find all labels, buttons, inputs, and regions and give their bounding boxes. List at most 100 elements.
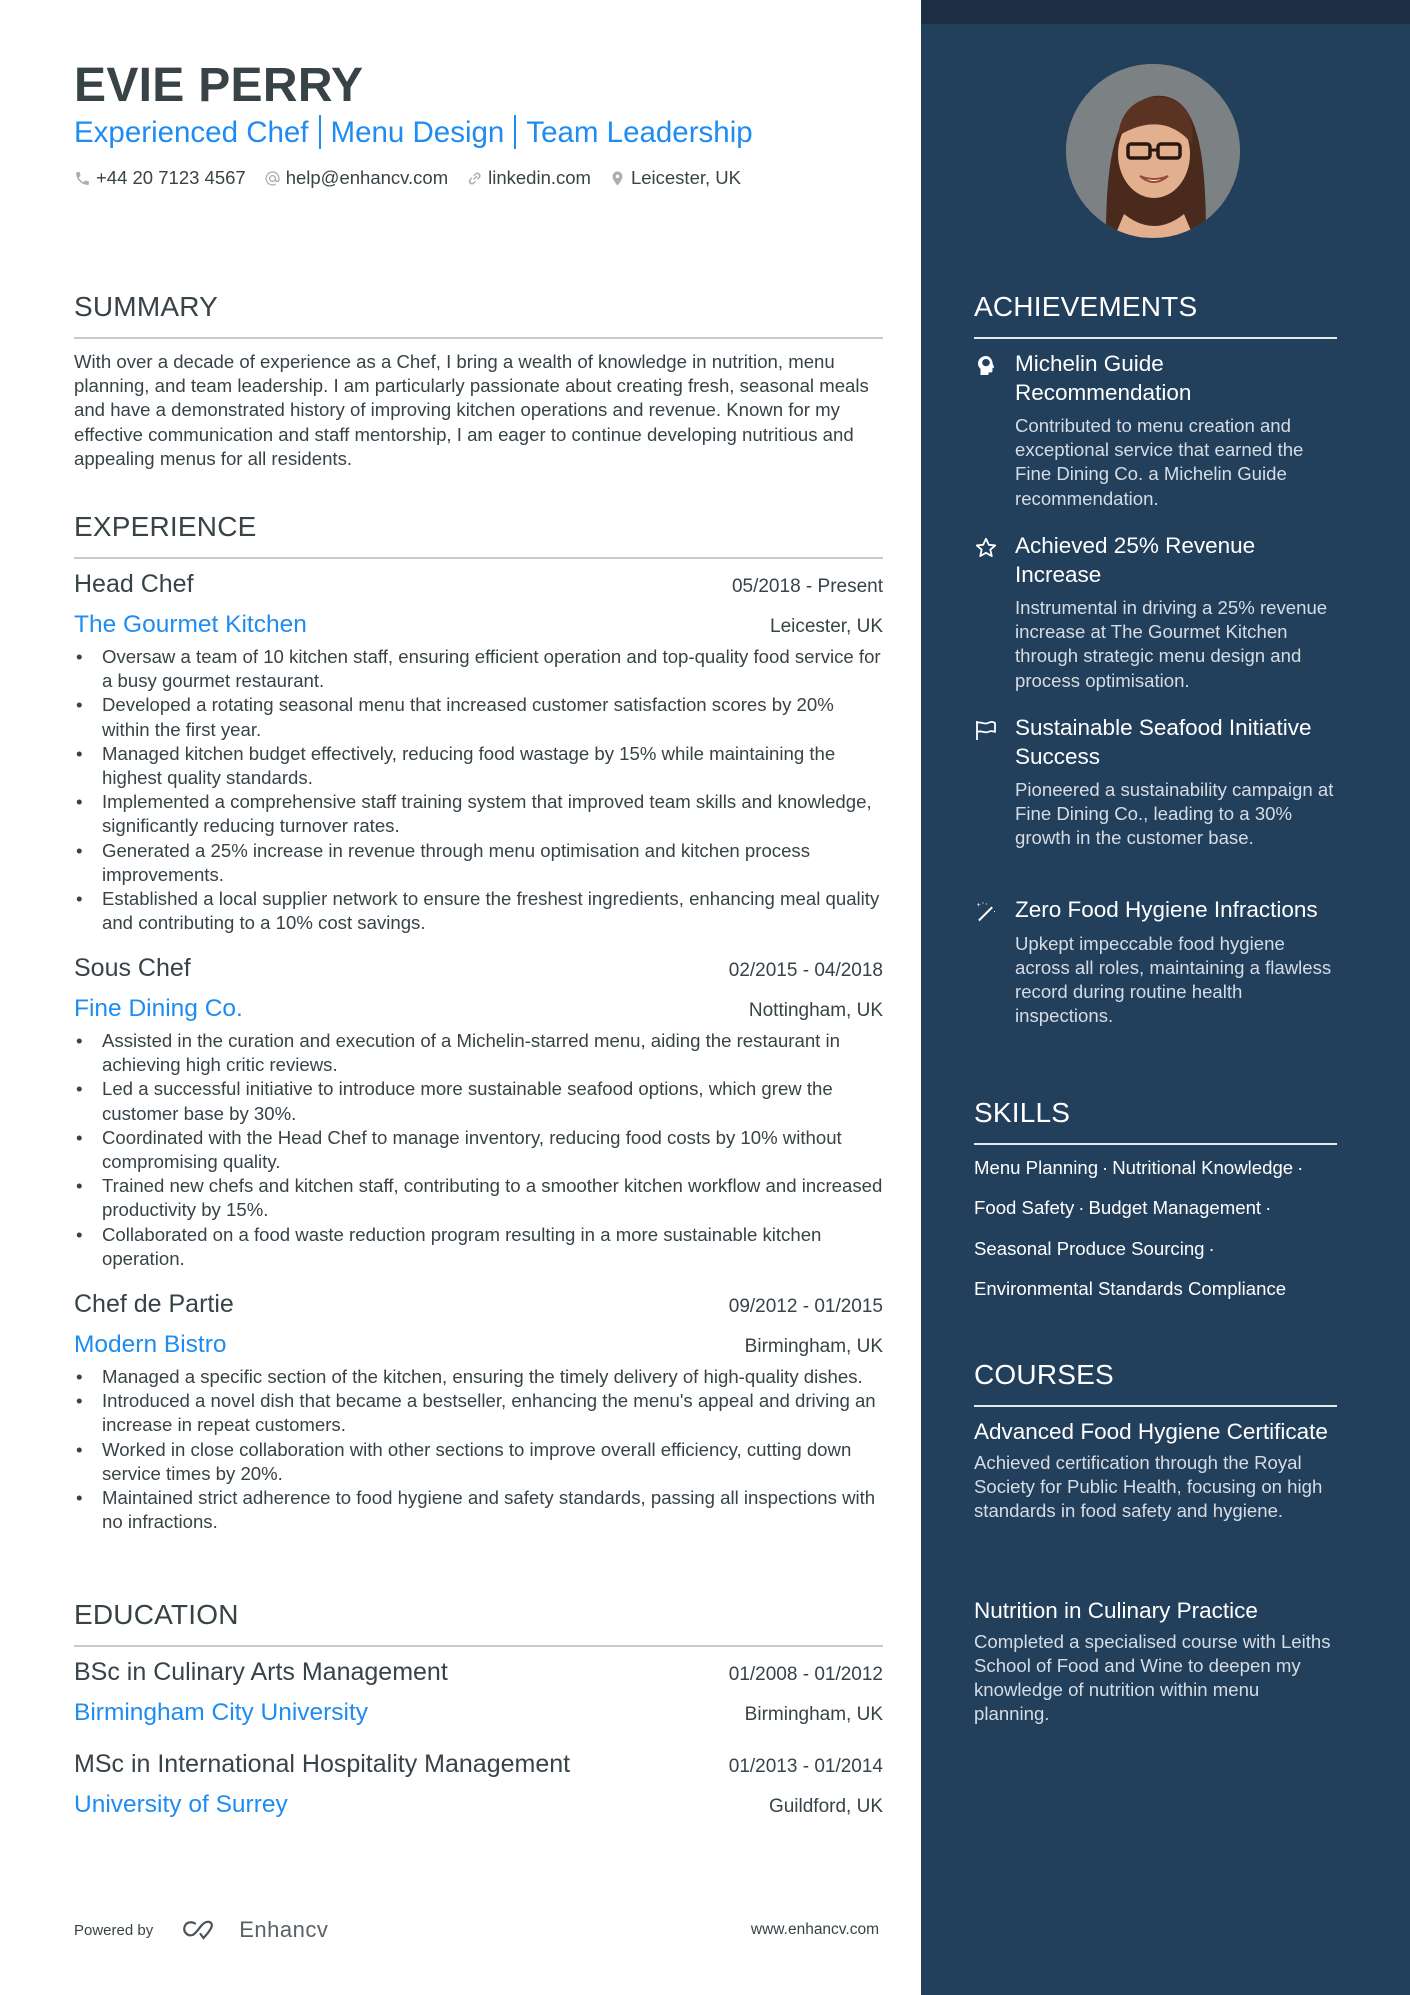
job-title: Chef de Partie — [74, 1290, 234, 1318]
summary-title: SUMMARY — [74, 291, 219, 322]
achievement-title: Sustainable Seafood Initiative Success — [1015, 715, 1312, 769]
job-title: Head Chef — [74, 570, 194, 598]
footer: Powered by Enhancv www.enhancv.com — [74, 1912, 883, 1948]
phone-icon — [76, 171, 89, 185]
contact-email[interactable]: help@enhancv.com — [264, 165, 448, 191]
school-location: Birmingham, UK — [744, 1704, 883, 1725]
achievement-description: Upkept impeccable food hygiene across al… — [1015, 932, 1332, 1027]
school-name[interactable]: University of Surrey — [74, 1789, 288, 1821]
headline-separator — [514, 115, 517, 149]
contact-location: Leicester, UK — [609, 165, 741, 191]
star-icon — [974, 536, 998, 560]
skills-title: SKILLS — [974, 1097, 1071, 1128]
course-description: Completed a specialised course with Leit… — [974, 1630, 1331, 1725]
course-title: Advanced Food Hygiene Certificate — [974, 1419, 1328, 1444]
job-dates: 05/2018 - Present — [731, 576, 883, 597]
contact-link[interactable]: linkedin.com — [466, 165, 591, 191]
experience-title: EXPERIENCE — [74, 511, 257, 542]
achievement-item: Zero Food Hygiene Infractions Upkept imp… — [974, 896, 1337, 1028]
job-bullet: Introduced a novel dish that became a be… — [74, 1389, 883, 1437]
link-text: linkedin.com — [488, 167, 591, 188]
enhancv-brand[interactable]: Enhancv — [239, 1917, 328, 1943]
job-company-row: Fine Dining Co. Nottingham, UK — [74, 993, 883, 1025]
achievement-description: Pioneered a sustainability campaign at F… — [1015, 779, 1334, 849]
skill-tag: Seasonal Produce Sourcing — [974, 1238, 1205, 1259]
achievement-item: Michelin Guide Recommendation Contribute… — [974, 350, 1337, 511]
candidate-name: EVIE PERRY — [74, 59, 364, 112]
headline-separator — [318, 115, 321, 149]
contact-phone[interactable]: +44 20 7123 4567 — [74, 165, 246, 191]
summary-divider — [74, 337, 883, 339]
profile-photo — [1066, 64, 1240, 238]
skill-tag: Budget Management — [1088, 1197, 1262, 1218]
headline-part: Menu Design — [330, 116, 505, 149]
degree-title: MSc in International Hospitality Managem… — [74, 1750, 571, 1778]
job-bullets: Oversaw a team of 10 kitchen staff, ensu… — [74, 645, 883, 935]
location-text: Leicester, UK — [630, 167, 741, 188]
education-divider — [74, 1645, 883, 1647]
course-title: Nutrition in Culinary Practice — [974, 1598, 1258, 1623]
headline-part: Team Leadership — [526, 116, 753, 149]
job-bullet: Managed kitchen budget effectively, redu… — [74, 742, 883, 790]
enhancv-logo-icon[interactable] — [181, 1918, 227, 1942]
course-description: Achieved certification through the Royal… — [974, 1451, 1323, 1521]
achievement-description: Instrumental in driving a 25% revenue in… — [1015, 597, 1328, 691]
skill-tag: Food Safety — [974, 1197, 1075, 1218]
job-header: Head Chef 05/2018 - Present — [74, 568, 883, 600]
headline-part: Experienced Chef — [74, 116, 309, 149]
powered-by-label: Powered by — [74, 1921, 154, 1939]
job-bullets: Assisted in the curation and execution o… — [74, 1029, 883, 1271]
job-company-row: Modern Bistro Birmingham, UK — [74, 1329, 883, 1361]
achievement-description: Contributed to menu creation and excepti… — [1015, 415, 1304, 509]
email-address: help@enhancv.com — [285, 167, 449, 188]
skills-line: Environmental Standards Compliance — [974, 1276, 1286, 1302]
link-icon — [468, 172, 481, 185]
location-pin-icon — [612, 170, 623, 186]
job-bullet: Assisted in the curation and execution o… — [74, 1029, 883, 1077]
job-bullet: Established a local supplier network to … — [74, 887, 883, 935]
achievement-title: Michelin Guide Recommendation — [1015, 351, 1192, 405]
education-school-row: Birmingham City University Birmingham, U… — [74, 1697, 883, 1729]
skills-divider — [974, 1143, 1337, 1145]
job-location: Leicester, UK — [770, 616, 883, 637]
school-name[interactable]: Birmingham City University — [74, 1697, 368, 1729]
job-bullet: Oversaw a team of 10 kitchen staff, ensu… — [74, 645, 883, 693]
skills-line: Menu Planning · Nutritional Knowledge · — [974, 1155, 1307, 1181]
degree-title: BSc in Culinary Arts Management — [74, 1658, 448, 1686]
main-column: EVIE PERRY Experienced Chef Menu Design Te… — [74, 0, 883, 1995]
achievement-item: Achieved 25% Revenue Increase Instrument… — [974, 532, 1337, 693]
job-bullet: Managed a specific section of the kitche… — [74, 1365, 883, 1389]
skills-line: Seasonal Produce Sourcing · — [974, 1236, 1219, 1262]
skills-line: Food Safety · Budget Management · — [974, 1195, 1275, 1221]
headline: Experienced Chef Menu Design Team Leadersh… — [74, 113, 753, 153]
skill-separator: · — [1078, 1197, 1085, 1218]
job-bullet: Collaborated on a food waste reduction p… — [74, 1223, 883, 1271]
job-bullet: Generated a 25% increase in revenue thro… — [74, 839, 883, 887]
achievements-title: ACHIEVEMENTS — [974, 291, 1198, 322]
achievement-title: Zero Food Hygiene Infractions — [1015, 897, 1318, 922]
course-item: Nutrition in Culinary Practice Completed… — [974, 1597, 1337, 1726]
skill-separator: · — [1265, 1197, 1272, 1218]
education-dates: 01/2008 - 01/2012 — [728, 1664, 883, 1685]
job-header: Sous Chef 02/2015 - 04/2018 — [74, 952, 883, 984]
skill-tag: Nutritional Knowledge — [1112, 1157, 1294, 1178]
skill-separator: · — [1208, 1238, 1215, 1259]
education-header: MSc in International Hospitality Managem… — [74, 1748, 883, 1780]
skill-separator: · — [1297, 1157, 1304, 1178]
sidebar: ACHIEVEMENTS Michelin Guide Recommendati… — [921, 0, 1410, 1995]
job-bullet: Developed a rotating seasonal menu that … — [74, 693, 883, 741]
job-bullet: Led a successful initiative to introduce… — [74, 1077, 883, 1125]
job-company[interactable]: Fine Dining Co. — [74, 993, 243, 1025]
phone-number: +44 20 7123 4567 — [96, 167, 246, 188]
job-dates: 02/2015 - 04/2018 — [728, 960, 883, 981]
job-bullet: Coordinated with the Head Chef to manage… — [74, 1126, 883, 1174]
footer-site-link[interactable]: www.enhancv.com — [751, 1921, 879, 1939]
job-company[interactable]: Modern Bistro — [74, 1329, 227, 1361]
job-bullets: Managed a specific section of the kitche… — [74, 1365, 883, 1534]
sidebar-top-band — [921, 0, 1410, 24]
achievement-item: Sustainable Seafood Initiative Success P… — [974, 714, 1337, 851]
job-company[interactable]: The Gourmet Kitchen — [74, 609, 307, 641]
education-title: EDUCATION — [74, 1599, 239, 1630]
profile-portrait-icon — [1066, 64, 1240, 238]
experience-divider — [74, 557, 883, 559]
